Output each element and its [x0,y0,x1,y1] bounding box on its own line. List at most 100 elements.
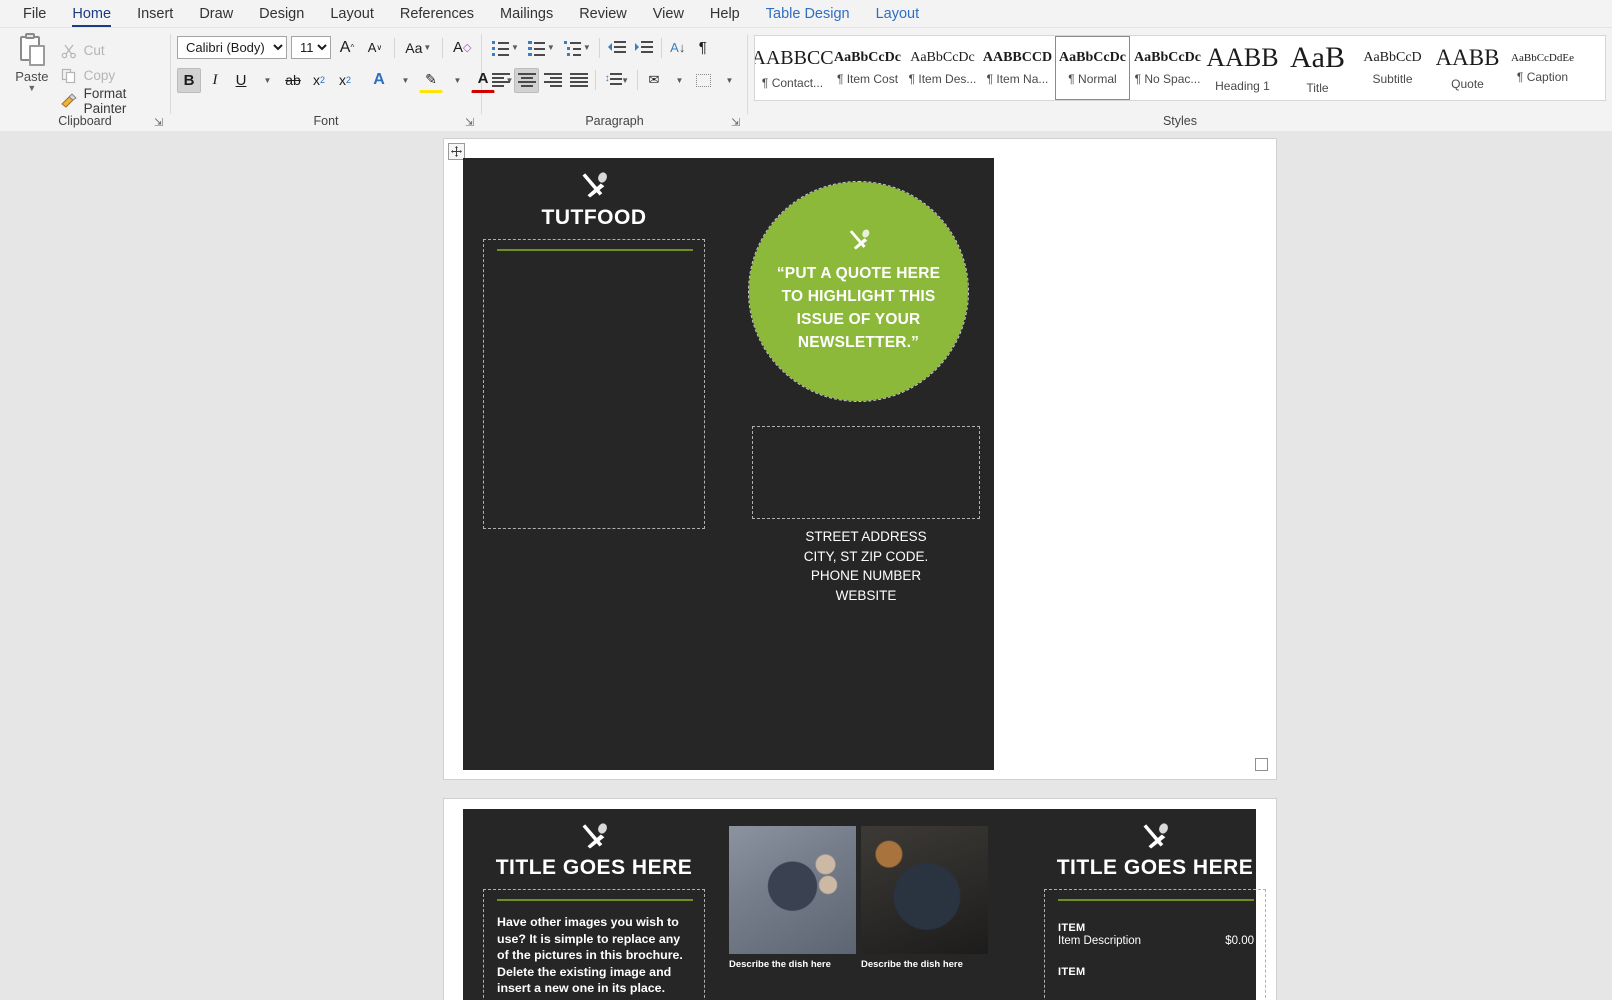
page2-menu-box[interactable]: ITEM Item Description $0.00 ITEM [1044,889,1266,1000]
copy-icon [60,67,78,85]
style-preview: AaBbCcDc [910,50,975,65]
style-preview: AABBCCD [982,50,1053,65]
clear-formatting-button[interactable]: A ◇ [450,35,475,60]
multilevel-list-button[interactable]: ▼ [560,35,595,60]
style-item-4[interactable]: AaBbCcDc ¶ Normal [1055,36,1130,100]
tab-view[interactable]: View [640,4,697,27]
show-formatting-marks-button[interactable]: ¶ [691,35,715,60]
tab-layout-label: Layout [330,6,374,22]
line-spacing-icon: ↕ [604,73,622,87]
page2-left-textbox[interactable]: Have other images you wish to use? It is… [483,889,705,1000]
bold-button[interactable]: B [177,67,201,93]
tab-references[interactable]: References [387,4,487,27]
style-item-7[interactable]: AaB Title [1280,36,1355,100]
bullets-button[interactable]: ▼ [488,35,523,60]
borders-dropdown[interactable]: ▼ [717,68,741,93]
style-item-6[interactable]: AABB Heading 1 [1205,36,1280,100]
text-effects-button[interactable]: A [367,68,391,93]
tab-design[interactable]: Design [246,4,317,27]
align-center-button[interactable] [513,67,539,93]
page2-left-accent-rule [497,899,693,901]
tab-layout[interactable]: Layout [317,4,387,27]
quote-circle[interactable]: “PUT A QUOTE HERE TO HIGHLIGHT THIS ISSU… [748,181,969,402]
cut-label: Cut [83,43,105,58]
shading-dropdown[interactable]: ▼ [667,68,691,93]
shading-button[interactable]: ✉ [642,68,666,93]
shrink-font-button[interactable]: A ∨ [363,35,387,60]
document-page-1[interactable]: TUTFOOD “PUT A QUOTE HERE TO HIGHLIGHT T… [444,139,1276,779]
style-item-0[interactable]: AABBCC ¶ Contact... [755,36,834,100]
style-item-2[interactable]: AaBbCcDc ¶ Item Des... [905,36,980,100]
clipboard-dialog-launcher[interactable]: ⇲ [154,117,166,129]
underline-dropdown[interactable]: ▼ [255,68,279,93]
paste-dropdown-caret-icon[interactable]: ▼ [27,83,36,93]
numbering-button[interactable]: ▼ [524,35,559,60]
borders-button[interactable] [692,68,716,93]
grow-font-button[interactable]: A ^ [335,35,359,60]
style-item-3[interactable]: AABBCCD ¶ Item Na... [980,36,1055,100]
paste-icon [17,33,47,67]
tab-draw[interactable]: Draw [186,4,246,27]
dish-photo-2[interactable] [861,826,988,954]
style-name: Title [1306,81,1329,95]
style-item-10[interactable]: AaBbCcDdEe ¶ Caption [1505,36,1580,100]
tab-review[interactable]: Review [566,4,640,27]
menu-item-name: ITEM [1058,922,1086,934]
style-item-5[interactable]: AaBbCcDc ¶ No Spac... [1130,36,1205,100]
line-spacing-button[interactable]: ↕ ▼ [600,68,633,93]
ribbon: File Home Insert Draw Design Layout Refe… [0,0,1612,131]
sort-button[interactable]: A↓ [666,35,690,60]
copy-label: Copy [83,68,116,83]
document-canvas[interactable]: TUTFOOD “PUT A QUOTE HERE TO HIGHLIGHT T… [0,131,1612,1000]
increase-indent-button[interactable] [631,35,657,60]
tab-home[interactable]: Home [59,4,124,27]
tab-file[interactable]: File [10,4,59,27]
object-anchor-icon[interactable] [1255,758,1268,771]
address-line-street: STREET ADDRESS [805,529,927,544]
styles-gallery[interactable]: AABBCC ¶ Contact... AaBbCcDc ¶ Item Cost AaB… [754,35,1606,101]
tab-insert[interactable]: Insert [124,4,186,27]
style-item-8[interactable]: AaBbCcD Subtitle [1355,36,1430,100]
highlight-dropdown[interactable]: ▼ [445,68,469,93]
style-preview: AaBbCcDdEe [1511,52,1574,64]
text-effects-dropdown[interactable]: ▼ [393,68,417,93]
tab-help[interactable]: Help [697,4,753,27]
group-font: Calibri (Body) 11 A^ A∨ Aa▼ A ◇ B I U [171,28,513,132]
right-content-placeholder[interactable] [752,426,980,519]
style-name: ¶ Contact... [761,75,824,90]
shrink-font-label: A [367,40,377,55]
subscript-button[interactable]: x2 [307,68,331,93]
font-size-select[interactable]: 11 [291,36,331,59]
chevron-down-icon: ▼ [423,43,432,52]
tab-table-layout[interactable]: Layout [863,4,933,27]
format-painter-button[interactable]: Format Painter [58,86,164,116]
address-line-website: WEBSITE [835,587,897,603]
grow-font-label: A [339,38,351,56]
tab-table-design[interactable]: Table Design [753,4,863,27]
italic-button[interactable]: I [203,68,227,93]
style-item-1[interactable]: AaBbCcDc ¶ Item Cost [830,36,905,100]
align-right-button[interactable] [540,68,565,93]
font-name-select[interactable]: Calibri (Body) [177,36,287,59]
paragraph-dialog-launcher[interactable]: ⇲ [731,117,743,129]
pilcrow-icon: ¶ [698,39,707,56]
document-page-2[interactable]: TITLE GOES HERE Have other images you wi… [444,799,1276,1000]
justify-button[interactable] [566,68,591,93]
tab-mailings[interactable]: Mailings [487,4,566,27]
dish-photo-1[interactable] [729,826,856,954]
superscript-button[interactable]: x2 [333,68,357,93]
style-name: ¶ No Spac... [1134,72,1201,86]
style-item-9[interactable]: AABB Quote [1430,36,1505,100]
left-content-placeholder[interactable] [483,239,705,529]
text-highlight-button[interactable]: ✎ [419,68,443,93]
group-label-paragraph: Paragraph [585,114,644,128]
cut-button[interactable]: Cut [58,38,164,63]
subscript-label: x [312,72,320,88]
align-left-button[interactable] [488,68,513,93]
change-case-button[interactable]: Aa ▼ [402,35,435,60]
strikethrough-button[interactable]: ab [281,68,305,93]
font-dialog-launcher[interactable]: ⇲ [465,117,477,129]
underline-button[interactable]: U [229,68,253,93]
decrease-indent-button[interactable] [604,35,630,60]
copy-button[interactable]: Copy [58,63,164,88]
